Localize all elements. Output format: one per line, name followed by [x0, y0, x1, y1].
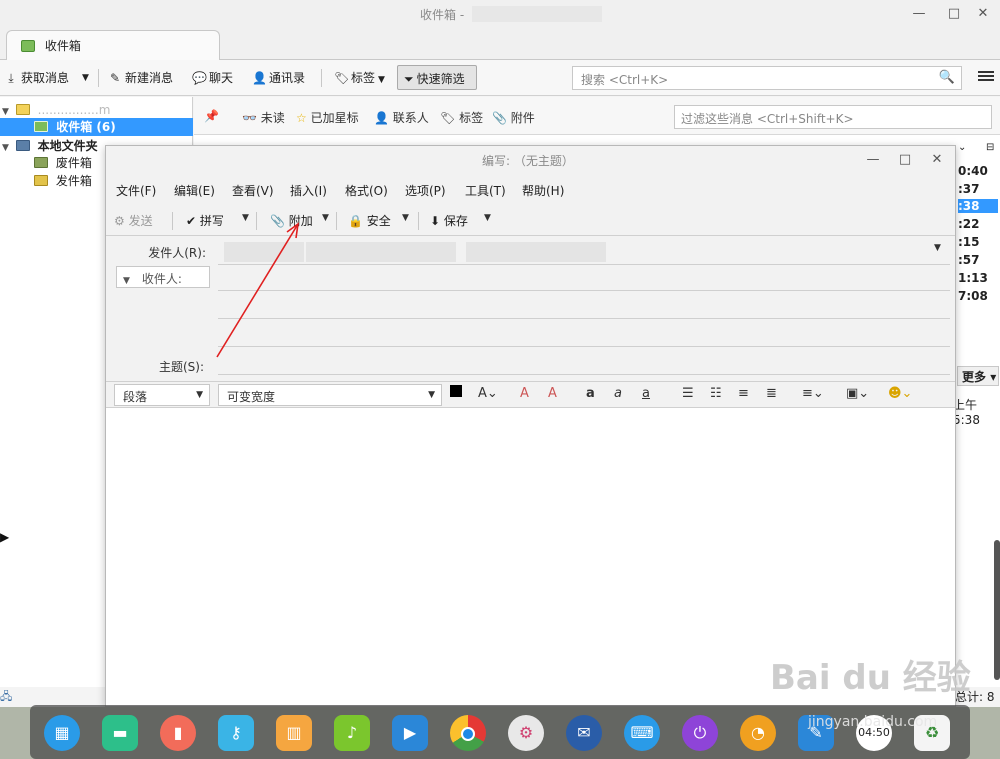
annotation-arrowhead [286, 222, 300, 239]
annotation-line [216, 223, 299, 358]
network-icon[interactable]: ◔ [740, 715, 776, 751]
chrome-icon[interactable] [450, 715, 486, 751]
keyboard-icon[interactable]: ⌨ [624, 715, 660, 751]
video-icon[interactable]: ▮ [160, 715, 196, 751]
launcher-icon[interactable]: ▦ [44, 715, 80, 751]
watermark-url: jingyan.baidu.com [808, 714, 938, 730]
power-icon[interactable]: ⏻ [682, 715, 718, 751]
watermark-brand: Bai du 经验 [770, 658, 971, 698]
store-icon[interactable]: ▥ [276, 715, 312, 751]
annotation-arrow [216, 222, 300, 358]
files-icon[interactable]: ⚷ [218, 715, 254, 751]
thunderbird-icon[interactable]: ✉ [566, 715, 602, 751]
music-icon[interactable]: ♪ [334, 715, 370, 751]
terminal-icon[interactable]: ▬ [102, 715, 138, 751]
movie-icon[interactable]: ▶ [392, 715, 428, 751]
settings-icon[interactable]: ⚙ [508, 715, 544, 751]
